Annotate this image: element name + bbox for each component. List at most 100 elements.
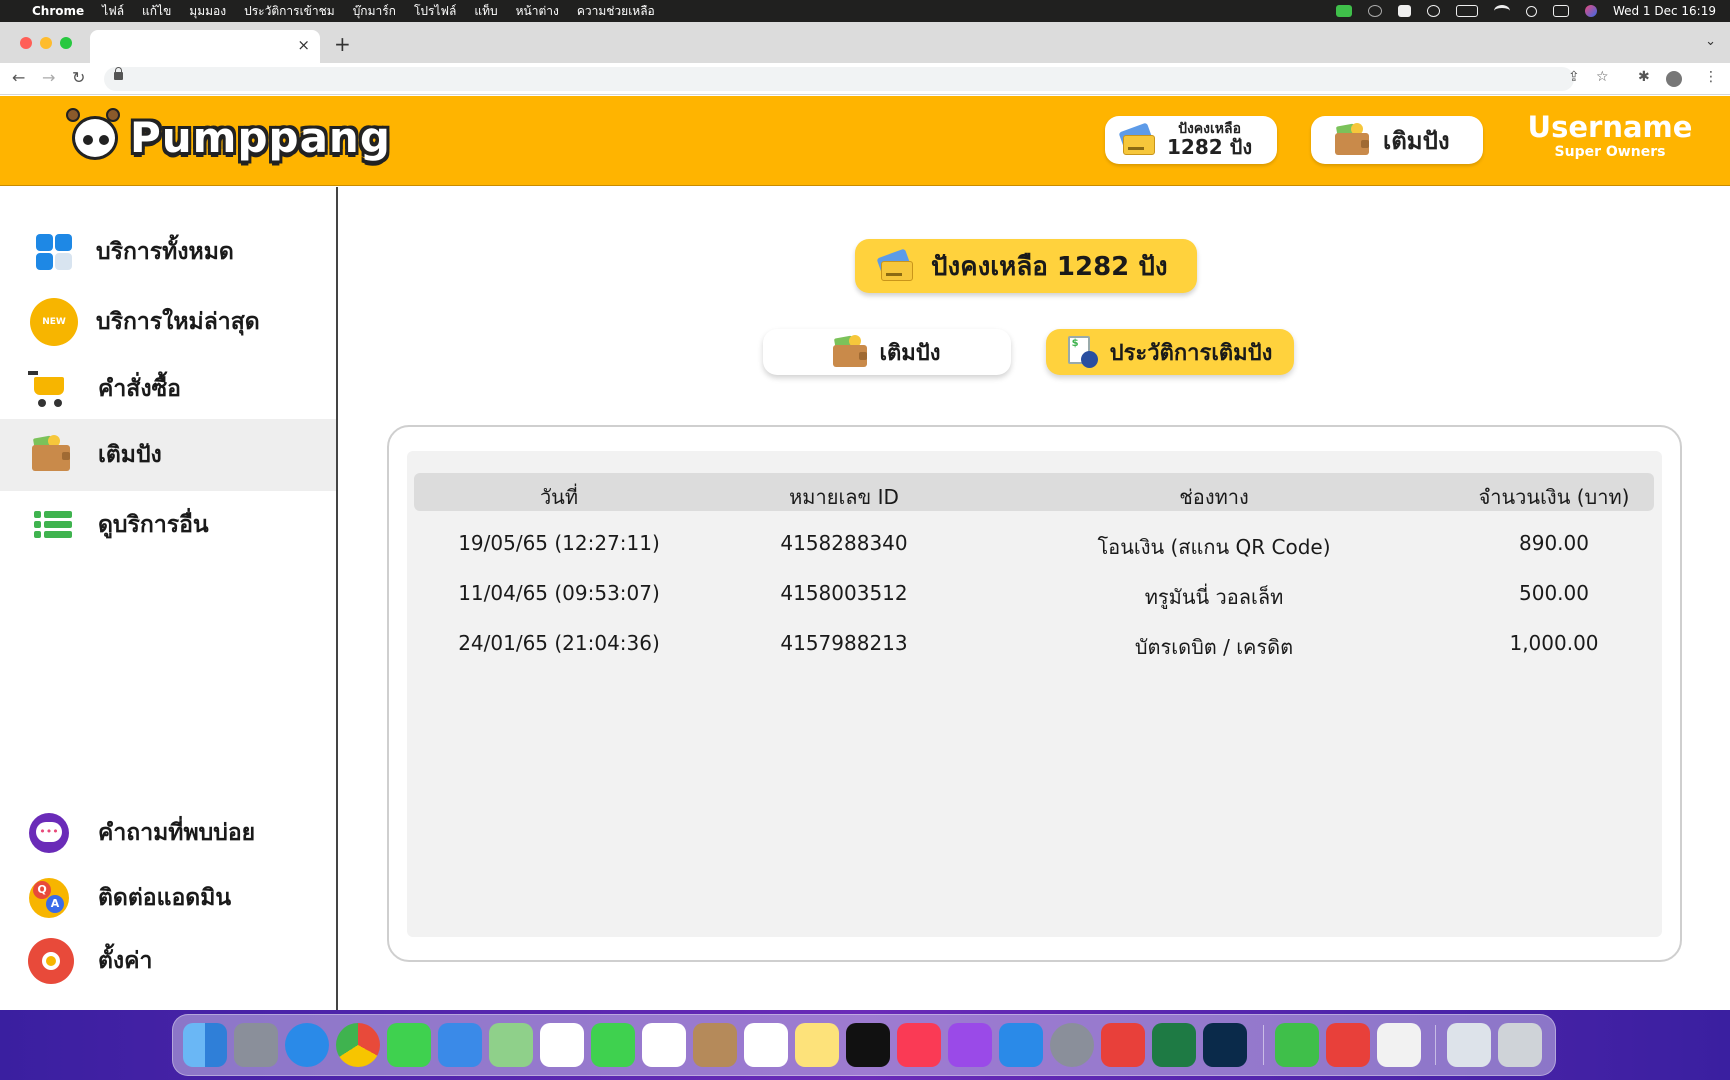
back-arrow-icon[interactable]: ← (12, 68, 25, 87)
column-header-channel: ช่องทาง (1179, 485, 1249, 509)
contacts-icon[interactable] (693, 1023, 737, 1067)
tab-history-label: ประวัติการเติมปัง (1109, 340, 1273, 366)
window-minimize-button[interactable] (40, 37, 52, 49)
menubar-clock[interactable]: Wed 1 Dec 16:19 (1613, 4, 1716, 18)
tab-topup[interactable]: เติมปัง (763, 329, 1011, 375)
user-profile[interactable]: Username Super Owners (1520, 110, 1700, 160)
window-zoom-button[interactable] (60, 37, 72, 49)
menubar-item-profiles[interactable]: โปรไฟล์ (414, 2, 456, 21)
trash-icon[interactable] (1498, 1023, 1542, 1067)
menubar-item-bookmarks[interactable]: บุ๊กมาร์ก (353, 2, 396, 21)
battery-icon[interactable] (1455, 5, 1478, 17)
photoshop-icon[interactable] (1203, 1023, 1247, 1067)
cell-channel: ทรูมันนี่ วอลเล็ท (1144, 585, 1284, 609)
spotlight-search-icon[interactable] (1525, 5, 1537, 17)
sidebar-item-contact-admin[interactable]: Q A ติดต่อแอดมิน (0, 862, 336, 934)
wifi-icon[interactable] (1493, 5, 1510, 17)
menubar-item-tab[interactable]: แท็บ (474, 2, 497, 21)
podcasts-icon[interactable] (948, 1023, 992, 1067)
menubar-item-view[interactable]: มุมมอง (189, 2, 226, 21)
tab-close-icon[interactable]: × (297, 36, 310, 54)
sidebar-item-faq[interactable]: คำถามที่พบบ่อย (0, 797, 336, 869)
sidebar-item-label: ตั้งค่า (98, 948, 153, 974)
sidebar-item-settings[interactable]: ตั้งค่า (0, 925, 336, 997)
facetime-icon[interactable] (591, 1023, 635, 1067)
anydesk-icon[interactable] (1101, 1023, 1145, 1067)
photos-icon[interactable] (540, 1023, 584, 1067)
excel-icon[interactable] (1152, 1023, 1196, 1067)
sidebar-item-label: ติดต่อแอดมิน (98, 885, 232, 911)
siri-icon[interactable] (1584, 5, 1597, 17)
line-icon[interactable] (1275, 1023, 1319, 1067)
header-balance-badge[interactable]: ปังคงเหลือ 1282 ปัง (1105, 116, 1277, 164)
finder-icon[interactable] (183, 1023, 227, 1067)
pumppang-logo[interactable]: Pumppang (66, 106, 391, 168)
creative-cloud-icon[interactable] (1367, 5, 1382, 17)
textedit-icon[interactable] (1377, 1023, 1421, 1067)
sidebar-item-label: คำถามที่พบบ่อย (98, 820, 256, 846)
music-icon[interactable] (897, 1023, 941, 1067)
wallet-icon (32, 435, 70, 471)
sidebar-item-new-services[interactable]: NEW บริการใหม่ล่าสุด (0, 286, 336, 358)
browser-tab-active[interactable]: × (90, 30, 320, 63)
new-tab-button[interactable]: + (334, 32, 351, 56)
input-source-icon[interactable] (1397, 5, 1411, 17)
anydesk-icon[interactable] (1326, 1023, 1370, 1067)
balance-banner-text: ปังคงเหลือ 1282 ปัง (931, 251, 1168, 282)
downloads-folder-icon[interactable] (1447, 1023, 1491, 1067)
reload-icon[interactable]: ↻ (72, 68, 85, 87)
faq-chat-icon (29, 813, 69, 853)
apple-tv-icon[interactable] (846, 1023, 890, 1067)
header-topup-label: เติมปัง (1383, 126, 1450, 155)
sidebar-item-other-services[interactable]: ดูบริการอื่น (0, 489, 336, 561)
sidebar-item-label: บริการใหม่ล่าสุด (96, 309, 260, 335)
address-bar[interactable] (104, 67, 1574, 91)
mail-icon[interactable] (438, 1023, 482, 1067)
tab-topup-history[interactable]: ประวัติการเติมปัง (1046, 329, 1294, 375)
cell-date: 19/05/65 (12:27:11) (458, 531, 660, 555)
launchpad-icon[interactable] (234, 1023, 278, 1067)
header-topup-button[interactable]: เติมปัง (1311, 116, 1483, 164)
new-badge-icon: NEW (34, 302, 74, 342)
safari-icon[interactable] (285, 1023, 329, 1067)
browser-tabstrip: × + ⌄ (0, 22, 1730, 63)
profile-avatar-icon[interactable] (1666, 71, 1682, 87)
menubar-item-edit[interactable]: แก้ไข (142, 2, 171, 21)
cell-amount: 500.00 (1519, 581, 1589, 605)
history-panel: วันที่ หมายเลข ID ช่องทาง จำนวนเงิน (บาท… (387, 425, 1682, 962)
menubar-item-file[interactable]: ไฟล์ (102, 2, 124, 21)
calendar-icon[interactable] (642, 1023, 686, 1067)
sidebar-item-orders[interactable]: คำสั่งซื้อ (0, 353, 336, 425)
menubar-app-name[interactable]: Chrome (32, 4, 84, 18)
logo-text: Pumppang (130, 112, 391, 162)
macos-dock (172, 1014, 1556, 1076)
column-header-amount: จำนวนเงิน (บาท) (1478, 485, 1630, 509)
system-preferences-icon[interactable] (1050, 1023, 1094, 1067)
sidebar-item-topup[interactable]: เติมปัง (0, 419, 336, 491)
line-status-icon[interactable] (1335, 5, 1352, 17)
lock-icon[interactable] (114, 67, 123, 80)
window-close-button[interactable] (20, 37, 32, 49)
menubar-item-window[interactable]: หน้าต่าง (516, 2, 559, 21)
forward-arrow-icon[interactable]: → (42, 68, 55, 87)
column-header-id: หมายเลข ID (789, 485, 899, 509)
extensions-puzzle-icon[interactable]: ✱ (1638, 69, 1650, 85)
chrome-icon[interactable] (336, 1023, 380, 1067)
reminders-icon[interactable] (744, 1023, 788, 1067)
qa-icon: Q A (29, 878, 69, 918)
chrome-menu-icon[interactable]: ⋮ (1704, 69, 1718, 85)
messages-icon[interactable] (387, 1023, 431, 1067)
tab-search-chevron-icon[interactable]: ⌄ (1705, 34, 1716, 49)
cell-channel: โอนเงิน (สแกน QR Code) (1097, 535, 1331, 559)
sidebar-item-all-services[interactable]: บริการทั้งหมด (0, 216, 336, 288)
sidebar-item-label: เติมปัง (98, 442, 162, 468)
notes-icon[interactable] (795, 1023, 839, 1067)
app-store-icon[interactable] (999, 1023, 1043, 1067)
share-icon[interactable]: ⇪ (1568, 69, 1580, 85)
menubar-item-history[interactable]: ประวัติการเข้าชม (244, 2, 335, 21)
maps-icon[interactable] (489, 1023, 533, 1067)
bookmark-star-icon[interactable]: ☆ (1596, 69, 1609, 85)
menubar-item-help[interactable]: ความช่วยเหลือ (577, 2, 655, 21)
user-status-icon[interactable] (1426, 5, 1440, 17)
control-center-icon[interactable] (1552, 5, 1569, 17)
